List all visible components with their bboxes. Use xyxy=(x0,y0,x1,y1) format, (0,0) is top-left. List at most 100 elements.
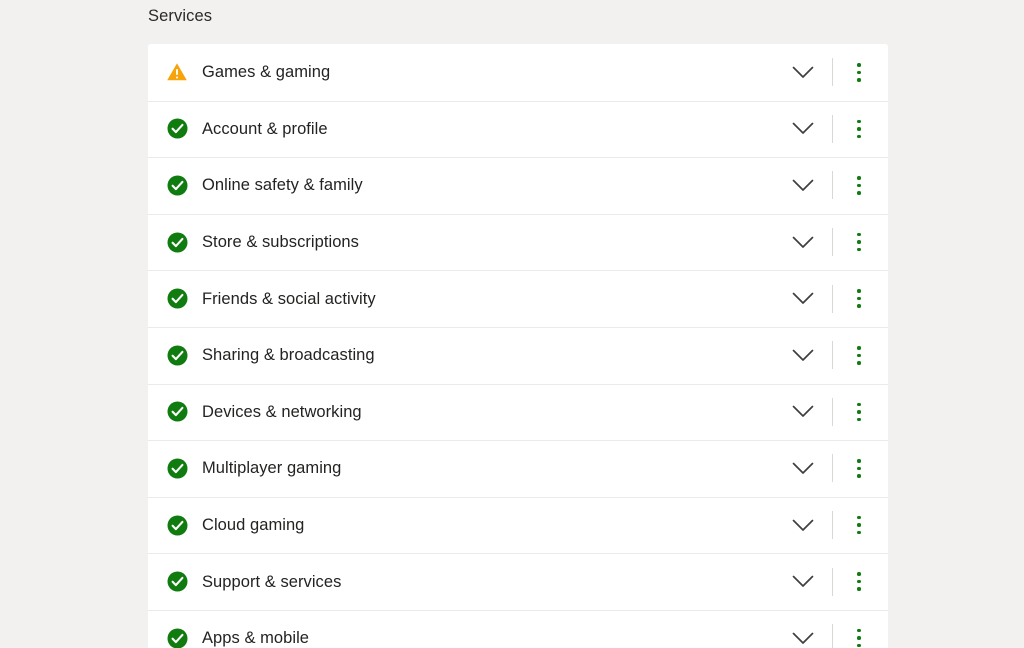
service-row[interactable]: Cloud gaming xyxy=(148,496,888,554)
service-name-label: Cloud gaming xyxy=(202,516,305,535)
kebab-dot xyxy=(857,628,861,633)
kebab-dot xyxy=(857,232,861,237)
service-row[interactable]: Multiplayer gaming xyxy=(148,440,888,497)
chevron-down-icon[interactable] xyxy=(783,52,823,92)
chevron-down-icon[interactable] xyxy=(783,392,823,432)
control-divider xyxy=(832,511,833,540)
control-divider xyxy=(832,228,833,257)
kebab-dot xyxy=(857,410,861,414)
service-name-label: Games & gaming xyxy=(202,63,331,82)
chevron-down-icon[interactable] xyxy=(783,618,823,648)
kebab-menu-icon[interactable] xyxy=(844,392,874,432)
service-row[interactable]: Friends & social activity xyxy=(148,270,888,327)
service-name-label: Account & profile xyxy=(202,119,328,138)
check-circle-icon xyxy=(166,344,188,366)
row-controls xyxy=(783,610,888,648)
kebab-dot xyxy=(857,530,861,535)
kebab-dot xyxy=(857,417,861,422)
service-name-label: Multiplayer gaming xyxy=(202,459,342,478)
kebab-dot xyxy=(857,63,861,67)
kebab-menu-icon[interactable] xyxy=(844,618,874,648)
row-controls xyxy=(783,384,888,441)
kebab-dot xyxy=(857,466,861,471)
chevron-down-icon[interactable] xyxy=(783,335,823,375)
service-row[interactable]: Support & services xyxy=(148,553,888,610)
check-circle-icon xyxy=(166,627,188,648)
check-circle-icon xyxy=(166,174,188,196)
kebab-dot xyxy=(857,643,861,648)
control-divider xyxy=(832,341,833,370)
service-name-label: Sharing & broadcasting xyxy=(202,346,375,365)
chevron-down-icon[interactable] xyxy=(783,448,823,488)
control-divider xyxy=(832,284,833,313)
kebab-menu-icon[interactable] xyxy=(844,448,874,488)
check-circle-icon xyxy=(166,514,188,536)
kebab-dot xyxy=(857,304,861,308)
service-name-label: Devices & networking xyxy=(202,402,362,421)
check-circle-icon xyxy=(166,571,188,593)
kebab-menu-icon[interactable] xyxy=(844,109,874,149)
row-controls xyxy=(783,44,888,101)
service-row[interactable]: Online safety & family xyxy=(148,157,888,214)
control-divider xyxy=(832,114,833,143)
kebab-dot xyxy=(857,636,861,640)
check-circle-icon xyxy=(166,457,188,479)
kebab-dot xyxy=(857,579,861,584)
kebab-dot xyxy=(857,587,861,591)
kebab-menu-icon[interactable] xyxy=(844,279,874,319)
control-divider xyxy=(832,397,833,426)
kebab-dot xyxy=(857,183,861,188)
chevron-down-icon[interactable] xyxy=(783,109,823,149)
control-divider xyxy=(832,567,833,596)
service-name-label: Friends & social activity xyxy=(202,289,376,308)
kebab-menu-icon[interactable] xyxy=(844,505,874,545)
control-divider xyxy=(832,171,833,200)
kebab-dot xyxy=(857,346,861,350)
kebab-dot xyxy=(857,572,861,576)
service-name-label: Store & subscriptions xyxy=(202,233,359,252)
service-row[interactable]: Games & gaming xyxy=(148,44,888,101)
kebab-menu-icon[interactable] xyxy=(844,52,874,92)
row-controls xyxy=(783,214,888,271)
control-divider xyxy=(832,58,833,87)
service-name-label: Apps & mobile xyxy=(202,629,310,648)
chevron-down-icon[interactable] xyxy=(783,562,823,602)
kebab-dot xyxy=(857,402,861,407)
row-controls xyxy=(783,553,888,610)
kebab-dot xyxy=(857,240,861,244)
control-divider xyxy=(832,454,833,483)
kebab-dot xyxy=(857,247,861,252)
service-name-label: Support & services xyxy=(202,572,342,591)
warning-triangle-icon xyxy=(166,61,188,83)
kebab-menu-icon[interactable] xyxy=(844,562,874,602)
kebab-dot xyxy=(857,127,861,131)
kebab-dot xyxy=(857,70,861,75)
services-list: Games & gaming Account & profile Online sa… xyxy=(148,44,888,648)
kebab-dot xyxy=(857,515,861,520)
service-row[interactable]: Store & subscriptions xyxy=(148,213,888,271)
service-row[interactable]: Devices & networking xyxy=(148,383,888,441)
kebab-menu-icon[interactable] xyxy=(844,165,874,205)
chevron-down-icon[interactable] xyxy=(783,222,823,262)
chevron-down-icon[interactable] xyxy=(783,165,823,205)
check-circle-icon xyxy=(166,118,188,140)
kebab-dot xyxy=(857,459,861,463)
service-row[interactable]: Apps & mobile xyxy=(148,609,888,648)
service-row[interactable]: Account & profile xyxy=(148,100,888,158)
kebab-menu-icon[interactable] xyxy=(844,222,874,262)
kebab-dot xyxy=(857,353,861,358)
row-controls xyxy=(783,497,888,554)
kebab-dot xyxy=(857,134,861,139)
kebab-menu-icon[interactable] xyxy=(844,335,874,375)
kebab-dot xyxy=(857,78,861,82)
check-circle-icon xyxy=(166,231,188,253)
chevron-down-icon[interactable] xyxy=(783,279,823,319)
chevron-down-icon[interactable] xyxy=(783,505,823,545)
row-controls xyxy=(783,270,888,327)
page-title: Services xyxy=(148,7,213,25)
kebab-dot xyxy=(857,523,861,527)
row-controls xyxy=(783,101,888,158)
kebab-dot xyxy=(857,474,861,478)
service-row[interactable]: Sharing & broadcasting xyxy=(148,326,888,384)
check-circle-icon xyxy=(166,288,188,310)
